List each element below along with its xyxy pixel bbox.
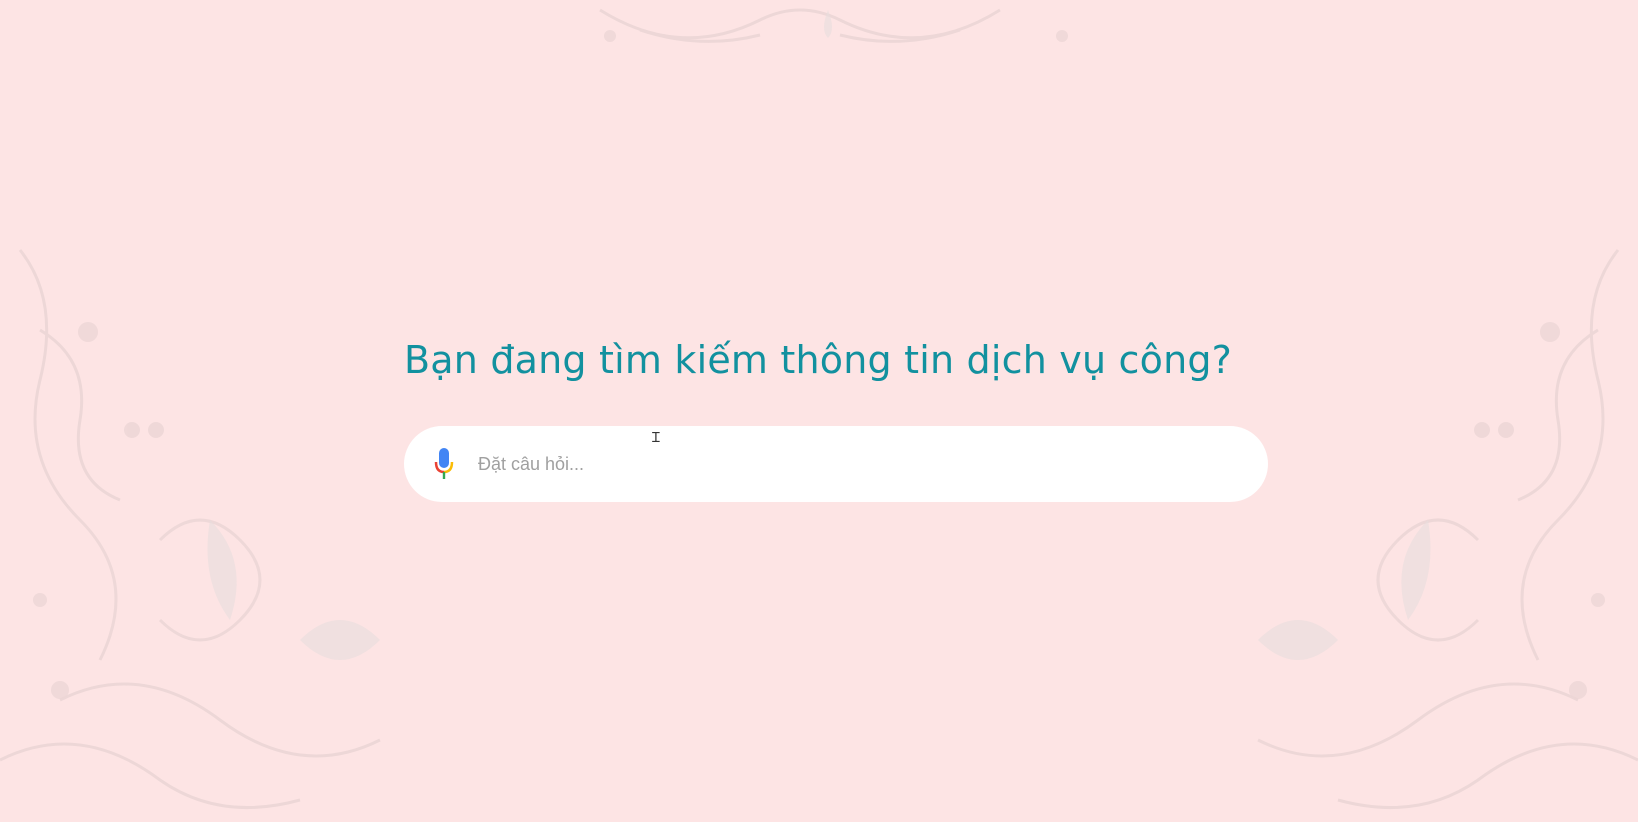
search-input[interactable]	[476, 443, 1240, 485]
search-bar[interactable]	[404, 426, 1268, 502]
text-cursor-icon: Ɪ	[652, 430, 660, 446]
floral-background-decoration	[0, 8, 1638, 809]
page-title: Bạn đang tìm kiếm thông tin dịch vụ công…	[404, 338, 1233, 382]
microphone-icon[interactable]	[430, 447, 458, 481]
